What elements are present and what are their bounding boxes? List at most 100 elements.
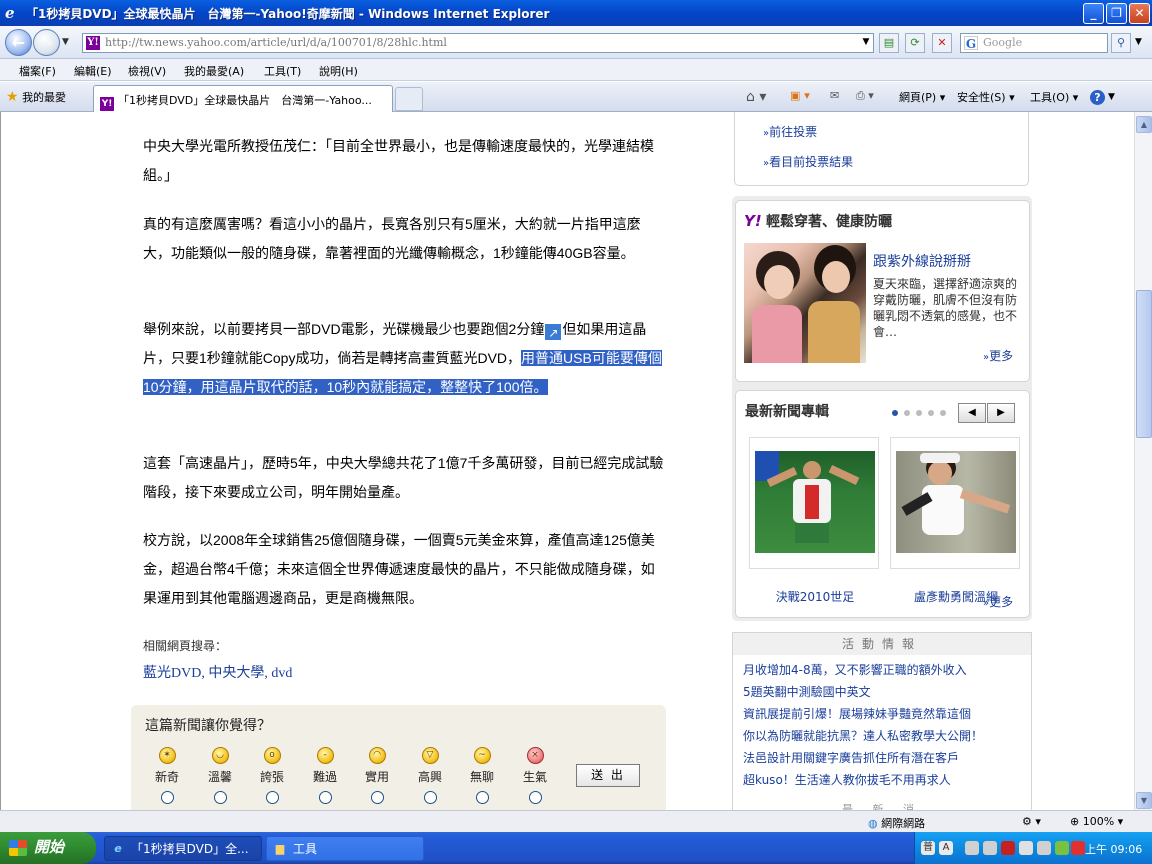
- related-link-ncu[interactable]: 中央大學: [208, 666, 264, 681]
- new-tab-button[interactable]: [395, 87, 423, 111]
- compatibility-icon[interactable]: ▤: [879, 33, 899, 53]
- stop-icon[interactable]: ✕: [932, 33, 952, 53]
- url-dropdown-icon[interactable]: ▼: [858, 33, 874, 53]
- menu-edit[interactable]: 編輯(E): [74, 63, 112, 79]
- mood-boring-radio[interactable]: [475, 791, 489, 804]
- history-dropdown-icon[interactable]: ▼: [62, 37, 69, 47]
- activity-title: 活動情報: [733, 633, 1031, 655]
- mood-option-novel: ✶ 新奇: [147, 747, 187, 804]
- player-arm-right: [828, 465, 860, 485]
- search-input[interactable]: G Google: [960, 33, 1108, 53]
- menu-help[interactable]: 說明(H): [319, 63, 358, 79]
- safety-menu[interactable]: 安全性(S) ▾: [957, 89, 1015, 105]
- carousel-dot-1[interactable]: [892, 410, 898, 416]
- mood-exaggerated-radio[interactable]: [265, 791, 279, 804]
- share-icon[interactable]: ↗: [544, 323, 563, 341]
- player-headband: [920, 453, 960, 463]
- carousel-dot-2[interactable]: [904, 410, 910, 416]
- taskbar-item-ie[interactable]: e 「1秒拷貝DVD」全...: [104, 836, 262, 861]
- protected-mode-icon[interactable]: ⚙ ▾: [1022, 815, 1041, 828]
- menu-file[interactable]: 檔案(F): [19, 63, 56, 79]
- app-tray-icon[interactable]: [1055, 841, 1069, 855]
- mood-happy-radio[interactable]: [423, 791, 437, 804]
- mood-boring-icon: ~: [473, 747, 491, 764]
- windows-flag-icon: [9, 840, 27, 856]
- security-shield-icon[interactable]: [1001, 841, 1015, 855]
- minimize-button[interactable]: _: [1083, 3, 1104, 24]
- taskbar-item-tools[interactable]: ▆ 工具: [266, 836, 424, 861]
- menu-tools[interactable]: 工具(T): [264, 63, 301, 79]
- window-title-bar[interactable]: e 「1秒拷貝DVD」全球最快晶片 台灣第一-Yahoo!奇摩新聞 - Wind…: [0, 0, 1152, 26]
- antivirus-icon[interactable]: [1071, 841, 1085, 855]
- back-button[interactable]: ←: [5, 29, 32, 56]
- health-promo-box: Y! 輕鬆穿著、健康防曬 跟紫外線說掰掰 夏天來臨，選擇舒適涼爽的穿戴防曬，肌膚不…: [735, 200, 1030, 382]
- refresh-icon[interactable]: ⟳: [905, 33, 925, 53]
- activity-link-1[interactable]: 月收增加4-8萬，又不影響正職的額外收入: [743, 661, 967, 678]
- ime-icon[interactable]: 普: [921, 841, 935, 855]
- vote-results-link[interactable]: »看目前投票結果: [763, 153, 853, 170]
- menu-view[interactable]: 檢視(V): [128, 63, 166, 79]
- related-link-dvd[interactable]: dvd: [271, 666, 292, 681]
- menu-favorites[interactable]: 我的最愛(A): [184, 63, 244, 79]
- carousel-dot-5[interactable]: [940, 410, 946, 416]
- health-promo-headline[interactable]: 跟紫外線說掰掰: [873, 251, 971, 271]
- mood-sad-radio[interactable]: [318, 791, 332, 804]
- news-card-worldcup[interactable]: 決戰2010世足: [749, 437, 879, 604]
- scroll-up-icon[interactable]: ▲: [1136, 116, 1152, 133]
- display-icon[interactable]: [983, 841, 997, 855]
- start-button[interactable]: 開始: [0, 832, 96, 864]
- carousel-dot-4[interactable]: [928, 410, 934, 416]
- favorites-button[interactable]: ★ 我的最愛: [6, 89, 66, 105]
- mood-warm-radio[interactable]: [213, 791, 227, 804]
- ime-mode-icon[interactable]: A: [939, 841, 953, 855]
- clock[interactable]: 上午 09:06: [1085, 841, 1142, 857]
- activity-link-4[interactable]: 你以為防曬就能抗黑？達人私密教學大公開！: [743, 727, 983, 744]
- carousel-dot-3[interactable]: [916, 410, 922, 416]
- go-vote-link[interactable]: »前往投票: [763, 123, 817, 140]
- zoom-icon: ⊕: [1070, 815, 1080, 828]
- zoom-level[interactable]: ⊕ 100% ▾: [1070, 815, 1123, 828]
- help-dropdown-icon[interactable]: ▼: [1108, 92, 1115, 102]
- activity-link-3[interactable]: 資訊展提前引爆！展場辣妹爭豔竟然靠這個: [743, 705, 971, 722]
- help-icon[interactable]: ?: [1090, 90, 1105, 105]
- carousel-next-button[interactable]: ▶: [987, 403, 1015, 423]
- activity-link-2[interactable]: 5題英翻中測驗國中英文: [743, 683, 871, 700]
- model-2-face: [822, 261, 850, 293]
- url-input[interactable]: Y! http://tw.news.yahoo.com/article/url/…: [82, 33, 874, 53]
- page-menu[interactable]: 網頁(P) ▾: [899, 89, 945, 105]
- close-button[interactable]: ✕: [1129, 3, 1150, 24]
- read-mail-icon[interactable]: ✉: [830, 89, 839, 102]
- usb-icon[interactable]: [1019, 841, 1033, 855]
- tools-menu[interactable]: 工具(O) ▾: [1030, 89, 1078, 105]
- news-card-tennis[interactable]: 盧彥勳勇闖溫網: [890, 437, 1020, 604]
- home-icon[interactable]: ⌂ ▾: [746, 89, 766, 105]
- tab-current[interactable]: Y! 「1秒拷貝DVD」全球最快晶片 台灣第一-Yahoo...: [93, 85, 393, 112]
- related-link-bluray[interactable]: 藍光DVD: [143, 666, 201, 681]
- network-icon[interactable]: [965, 841, 979, 855]
- carousel-prev-button[interactable]: ◀: [958, 403, 986, 423]
- forward-button[interactable]: →: [33, 29, 60, 56]
- vertical-scrollbar[interactable]: ▲ ▼: [1134, 112, 1152, 810]
- activity-link-5[interactable]: 法邑設計用關鍵字廣告抓住所有潛在客戶: [743, 749, 959, 766]
- print-icon[interactable]: ⎙ ▾: [856, 89, 874, 103]
- news-more-link[interactable]: »更多: [983, 593, 1013, 610]
- search-options-icon[interactable]: ▼: [1135, 37, 1142, 47]
- mood-option-happy: ▽ 高興: [410, 747, 450, 804]
- health-promo-image[interactable]: [744, 243, 866, 363]
- activity-link-6[interactable]: 超kuso！生活達人教你拔毛不用再求人: [743, 771, 951, 788]
- health-promo-description: 夏天來臨，選擇舒適涼爽的穿戴防曬，肌膚不但沒有防曬乳悶不透氣的感覺，也不會…: [873, 277, 1018, 339]
- news-card-worldcup-caption[interactable]: 決戰2010世足: [750, 588, 880, 605]
- rss-feed-icon[interactable]: ▣ ▾: [790, 89, 810, 102]
- mood-angry-radio[interactable]: [528, 791, 542, 804]
- maximize-button[interactable]: ❐: [1106, 3, 1127, 24]
- search-icon[interactable]: ⚲: [1111, 33, 1131, 53]
- mood-useful-radio[interactable]: [370, 791, 384, 804]
- poll-submit-button[interactable]: 送 出: [576, 764, 640, 787]
- scroll-thumb[interactable]: [1136, 290, 1152, 438]
- health-more-link[interactable]: »更多: [983, 347, 1013, 364]
- news-topics-title: 最新新聞專輯: [745, 404, 829, 420]
- volume-icon[interactable]: [1037, 841, 1051, 855]
- scroll-down-icon[interactable]: ▼: [1136, 792, 1152, 809]
- mood-novel-radio[interactable]: [160, 791, 174, 804]
- article-paragraph-1: 中央大學光電所教授伍茂仁：「目前全世界最小，也是傳輸速度最快的，光學連結模組。」: [143, 138, 654, 183]
